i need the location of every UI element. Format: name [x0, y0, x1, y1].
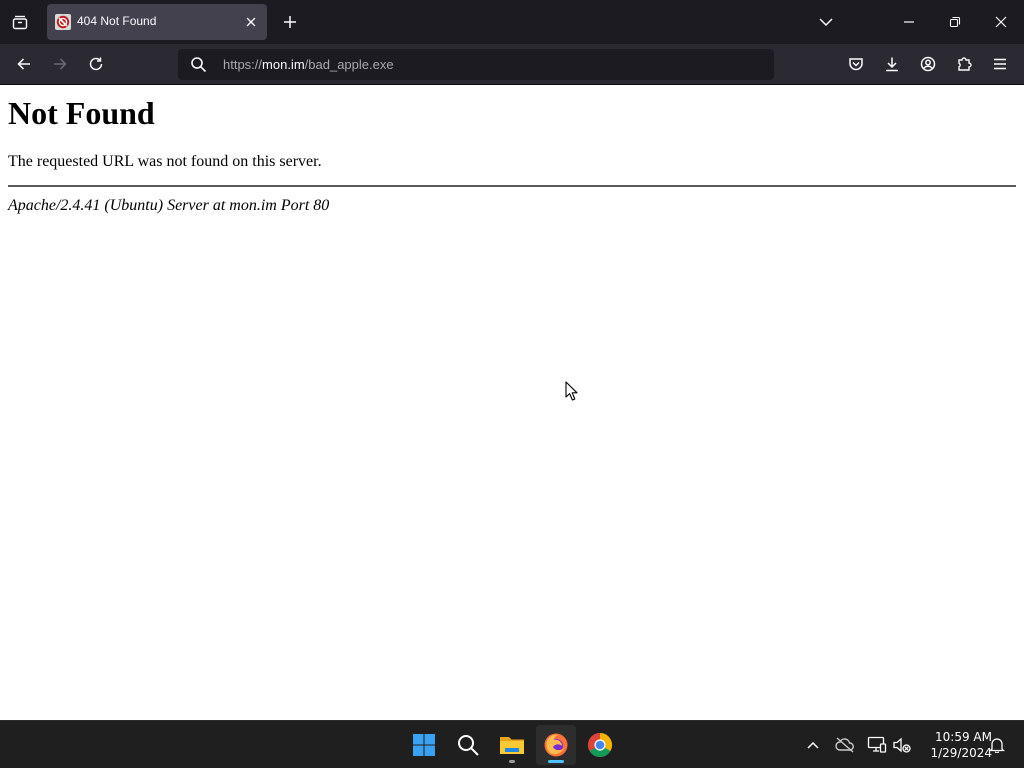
file-explorer-taskbar-button[interactable]: [492, 725, 532, 765]
forward-button[interactable]: [46, 50, 74, 78]
system-clock[interactable]: 10:59 AM 1/29/2024: [918, 729, 992, 761]
clock-date: 1/29/2024: [930, 746, 992, 760]
url-host: mon.im: [262, 57, 305, 72]
extensions-button[interactable]: [950, 50, 978, 78]
downloads-button[interactable]: [878, 50, 906, 78]
arrow-left-icon: [17, 58, 30, 70]
folder-icon: [500, 737, 524, 754]
search-icon: [458, 735, 479, 756]
back-button[interactable]: [10, 50, 38, 78]
url-text[interactable]: https://mon.im/bad_apple.exe: [223, 57, 394, 72]
chrome-taskbar-button[interactable]: [580, 725, 620, 765]
tab-strip: 404 Not Found: [0, 0, 1024, 44]
tab-title: 404 Not Found: [77, 14, 157, 28]
restore-button[interactable]: [940, 7, 970, 37]
search-taskbar-button[interactable]: [448, 725, 488, 765]
reload-button[interactable]: [82, 50, 110, 78]
new-tab-button[interactable]: [275, 7, 305, 37]
active-indicator: [548, 760, 564, 763]
firefox-taskbar-button[interactable]: [536, 725, 576, 765]
minimize-icon: [904, 21, 914, 23]
tab-close-button[interactable]: [241, 12, 261, 32]
stop-sign-favicon-icon: [55, 14, 71, 30]
download-icon: [886, 57, 898, 72]
bell-icon: [989, 738, 1005, 753]
chrome-icon: [587, 733, 613, 758]
tab-active[interactable]: 404 Not Found: [47, 4, 267, 40]
app-menu-button[interactable]: [986, 50, 1014, 78]
close-window-icon: [995, 16, 1007, 28]
search-icon: [191, 57, 207, 73]
restore-icon: [949, 16, 961, 28]
windows-logo-icon: [413, 734, 435, 756]
error-message: The requested URL was not found on this …: [8, 153, 322, 170]
onedrive-tray-icon[interactable]: [833, 733, 857, 757]
arrow-right-icon: [54, 58, 67, 70]
page-content: Not Found The requested URL was not foun…: [0, 85, 1024, 720]
server-signature: Apache/2.4.41 (Ubuntu) Server at mon.im …: [8, 197, 330, 214]
navigation-toolbar: https://mon.im/bad_apple.exe: [0, 44, 1024, 85]
minimize-button[interactable]: [894, 7, 924, 37]
taskbar: 10:59 AM 1/29/2024: [0, 720, 1024, 768]
reload-icon: [89, 57, 103, 71]
cloud-offline-icon: [835, 737, 854, 753]
account-icon: [920, 56, 936, 72]
firefox-icon: [544, 733, 568, 757]
network-icon: [867, 736, 887, 753]
account-button[interactable]: [914, 50, 942, 78]
puzzle-icon: [958, 57, 972, 71]
show-hidden-icons-button[interactable]: [801, 733, 825, 757]
address-bar[interactable]: https://mon.im/bad_apple.exe: [178, 49, 774, 80]
url-scheme: https://: [223, 57, 263, 72]
speaker-muted-icon: [893, 737, 911, 753]
plus-icon: [284, 16, 296, 28]
chevron-up-icon: [807, 741, 819, 749]
clock-time: 10:59 AM: [935, 730, 992, 744]
save-to-pocket-button[interactable]: [842, 50, 870, 78]
running-indicator: [509, 760, 515, 763]
chevron-down-icon: [819, 18, 833, 27]
network-tray-icon[interactable]: [865, 733, 889, 757]
divider: [8, 185, 1016, 187]
notifications-button[interactable]: [985, 733, 1009, 757]
hamburger-menu-icon: [994, 58, 1006, 70]
volume-tray-icon[interactable]: [890, 733, 914, 757]
mouse-cursor-icon: [565, 381, 578, 401]
tab-tray-icon: [12, 15, 28, 30]
close-window-button[interactable]: [986, 7, 1016, 37]
pocket-icon: [849, 58, 863, 71]
close-icon: [246, 17, 256, 27]
url-path: /bad_apple.exe: [304, 57, 394, 72]
tab-list-dropdown[interactable]: [811, 7, 841, 37]
page-heading: Not Found: [8, 95, 155, 131]
start-button[interactable]: [404, 725, 444, 765]
list-all-tabs-button[interactable]: [5, 7, 35, 37]
